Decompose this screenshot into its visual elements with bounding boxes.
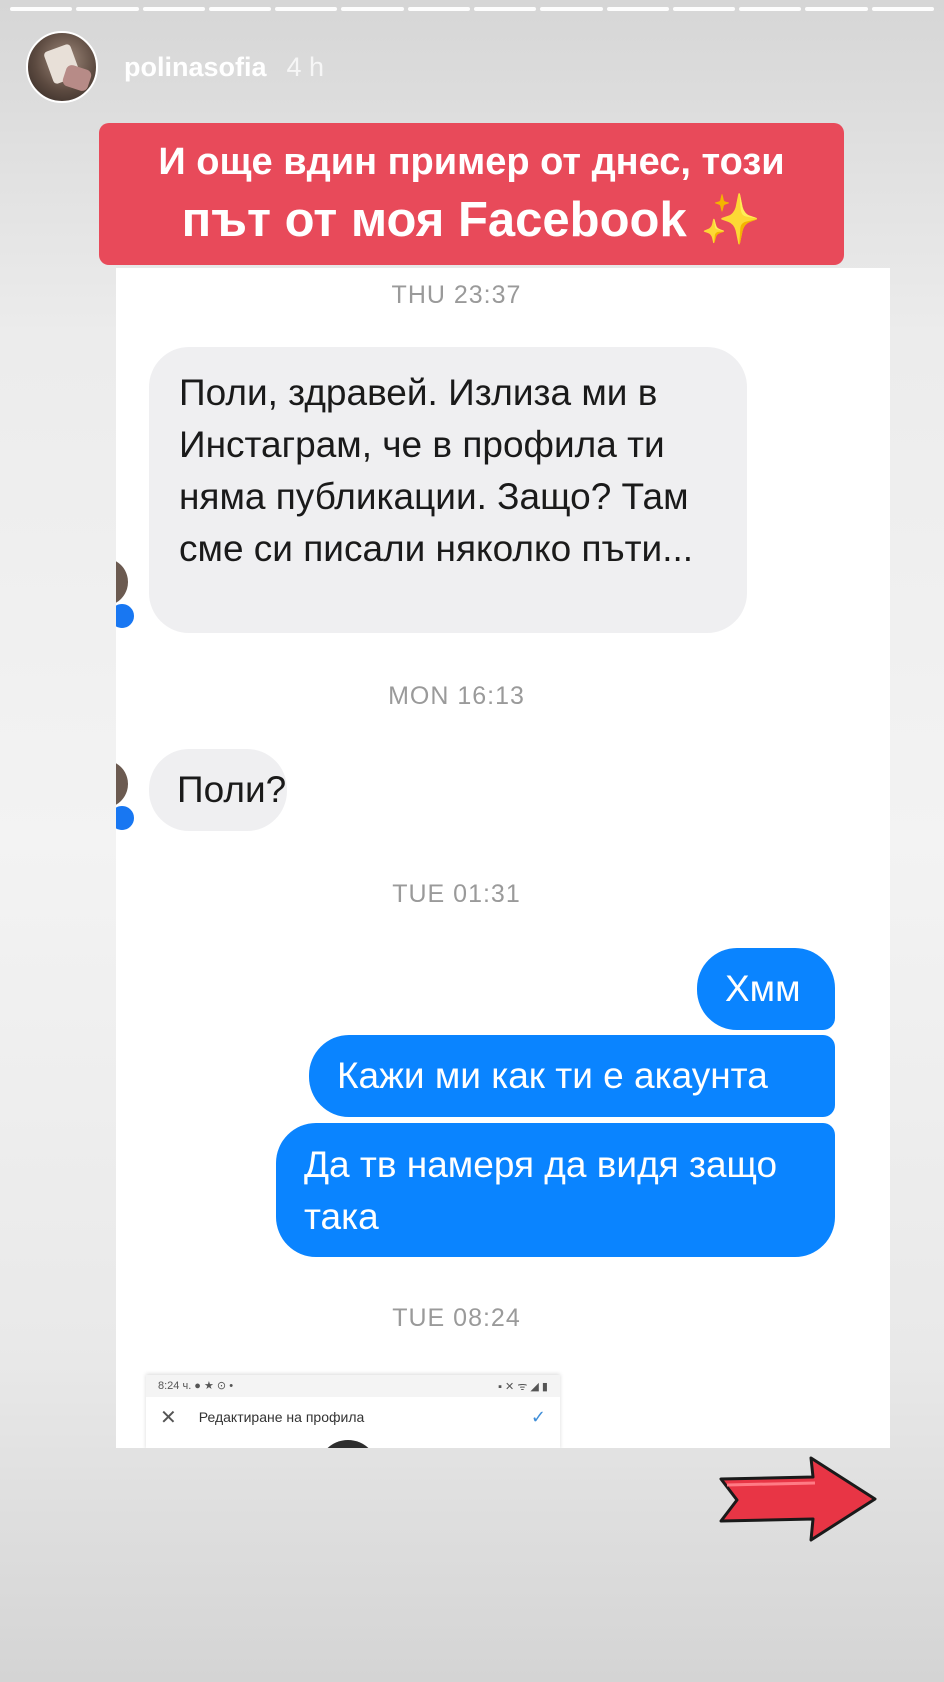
timestamp: TUE 08:24	[392, 1304, 521, 1332]
story-progress-bar	[10, 7, 934, 11]
profile-photo	[318, 1440, 378, 1448]
sender-avatar	[116, 760, 128, 808]
caption-line-2: път от моя Facebook ✨	[99, 187, 844, 253]
timestamp: MON 16:13	[388, 682, 525, 710]
timestamp: TUE 01:31	[392, 880, 521, 908]
avatar[interactable]	[26, 31, 98, 103]
progress-segment	[10, 7, 73, 11]
messenger-screenshot: THU 23:37 Поли, здравей. Излиза ми в Инс…	[116, 268, 890, 1448]
incoming-message: Поли?	[149, 749, 287, 831]
progress-segment	[142, 7, 205, 11]
outgoing-message: Хмм	[697, 948, 835, 1030]
progress-segment	[540, 7, 603, 11]
sparkles-icon: ✨	[700, 193, 762, 247]
post-time: 4 h	[286, 51, 325, 82]
timestamp: THU 23:37	[391, 281, 522, 309]
edit-profile-bar: ✕ Редактиране на профила ✓	[146, 1397, 560, 1437]
progress-segment	[871, 7, 934, 11]
status-left: 8:24 ч. ● ★ ⊙ •	[158, 1380, 234, 1392]
status-right: ▪ ✕ ᯤ ◢ ▮	[498, 1381, 548, 1393]
messenger-badge-icon	[116, 602, 136, 630]
story-header: polinasofia 4 h	[26, 30, 324, 104]
outgoing-message: Да тв намеря да видя защо така	[276, 1123, 835, 1257]
progress-segment	[341, 7, 404, 11]
caption-line-1: И още вдин пример от днес, този	[158, 141, 785, 183]
caption-banner: И още вдин пример от днес, този път от м…	[99, 123, 844, 265]
outgoing-message: Кажи ми как ти е акаунта	[309, 1035, 835, 1117]
incoming-message: Поли, здравей. Излиза ми в Инстаграм, че…	[149, 347, 747, 633]
progress-segment	[672, 7, 736, 11]
embedded-screenshot: 8:24 ч. ● ★ ⊙ • ▪ ✕ ᯤ ◢ ▮ ✕ Редактиране …	[146, 1375, 560, 1448]
caption-line-2-text: път от моя Facebook	[181, 193, 687, 247]
check-icon: ✓	[530, 1406, 546, 1427]
next-arrow-icon[interactable]	[715, 1455, 881, 1543]
edit-profile-title: Редактиране на профила	[198, 1409, 365, 1425]
sender-avatar	[116, 558, 128, 606]
x-icon: ✕	[160, 1406, 177, 1429]
progress-segment	[275, 7, 338, 11]
progress-segment	[208, 7, 272, 11]
progress-segment	[473, 7, 537, 11]
progress-segment	[407, 7, 470, 11]
username[interactable]: polinasofia	[124, 52, 267, 83]
progress-segment	[76, 7, 139, 11]
progress-segment	[739, 7, 802, 11]
progress-segment	[606, 7, 669, 11]
messenger-badge-icon	[116, 804, 136, 832]
phone-status-bar: 8:24 ч. ● ★ ⊙ • ▪ ✕ ᯤ ◢ ▮	[146, 1375, 560, 1397]
progress-segment	[805, 7, 868, 11]
